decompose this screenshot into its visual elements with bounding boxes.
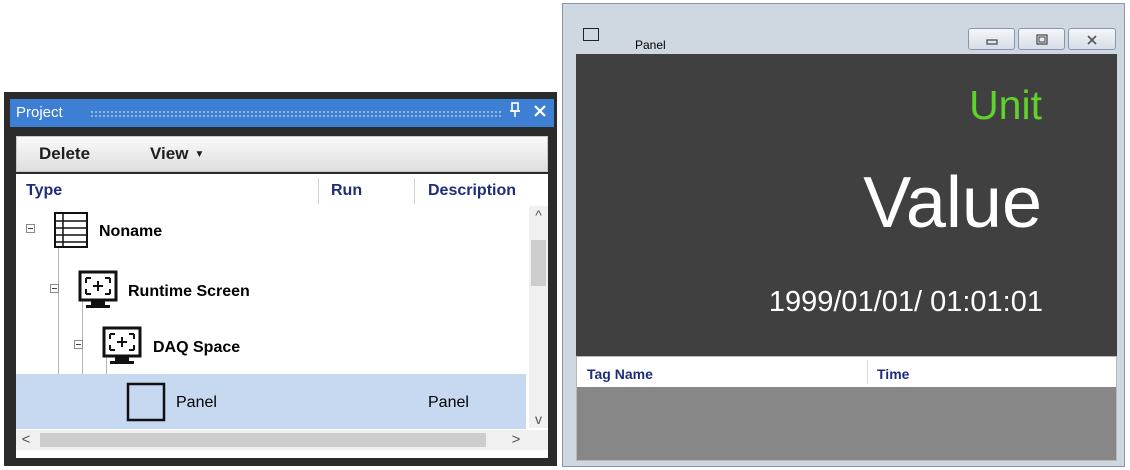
panel-square-icon [126, 382, 166, 427]
collapse-toggle[interactable] [26, 224, 35, 233]
unit-label: Unit [969, 82, 1042, 128]
column-separator[interactable] [414, 178, 415, 204]
tree-item-description: Panel [428, 394, 469, 411]
window-title: Panel [635, 38, 666, 52]
chevron-down-icon: ▼ [194, 149, 205, 161]
scroll-thumb[interactable] [40, 433, 486, 447]
project-tree-view: Type Run Description Noname Runtime Scre… [16, 174, 548, 458]
timestamp-label: 1999/01/01/ 01:01:01 [768, 286, 1043, 318]
scroll-left-icon[interactable]: < [16, 430, 36, 450]
value-display: Unit Value 1999/01/01/ 01:01:01 [576, 54, 1117, 356]
minimize-button[interactable] [968, 28, 1015, 50]
tree-item-runtime-screen[interactable]: Runtime Screen [16, 262, 526, 317]
monitor-focus-icon [78, 270, 118, 315]
pin-icon[interactable] [507, 102, 523, 122]
scroll-up-icon[interactable]: ^ [529, 206, 548, 224]
column-separator[interactable] [318, 178, 319, 204]
column-header-description[interactable]: Description [428, 182, 516, 200]
column-header-run[interactable]: Run [331, 182, 362, 200]
column-header-type[interactable]: Type [26, 182, 62, 200]
maximize-button[interactable] [1018, 28, 1065, 50]
monitor-focus-icon [102, 326, 142, 371]
collapse-toggle[interactable] [74, 340, 83, 349]
window-icon[interactable] [583, 28, 599, 41]
project-panel: Project Delete View ▼ Type Run Descripti… [4, 92, 557, 466]
window-titlebar[interactable]: Panel [563, 4, 1124, 54]
scroll-right-icon[interactable]: > [506, 430, 526, 450]
view-menu-button[interactable]: View ▼ [150, 144, 204, 164]
project-title: Project [16, 104, 63, 121]
tree-item-daq-space[interactable]: DAQ Space [16, 318, 526, 373]
tree-item-label: DAQ Space [153, 339, 241, 356]
value-label: Value [863, 163, 1042, 243]
tree-item-label: Runtime Screen [128, 283, 250, 300]
tree-item-panel[interactable]: Panel Panel [16, 374, 526, 429]
column-header-time[interactable]: Time [877, 366, 909, 382]
column-separator[interactable] [867, 360, 868, 384]
panel-window: Panel Unit Value 1999/01/01/ 01:01:01 Ta… [562, 3, 1125, 467]
close-icon[interactable] [530, 101, 550, 123]
project-toolbar: Delete View ▼ [16, 136, 548, 172]
titlebar-grip[interactable] [90, 110, 502, 117]
delete-button[interactable]: Delete [39, 144, 90, 164]
view-menu-label: View [150, 144, 189, 163]
scroll-down-icon[interactable]: v [529, 410, 548, 428]
tree-rows: Noname Runtime Screen DAQ Space Panel Pa… [16, 206, 526, 429]
vertical-scrollbar[interactable]: ^ v [529, 206, 548, 428]
tag-list-header: Tag Name Time [577, 357, 1116, 387]
tag-list[interactable]: Tag Name Time [576, 356, 1117, 461]
list-document-icon [54, 212, 88, 253]
scroll-thumb[interactable] [531, 240, 546, 286]
tree-item-label: Panel [176, 394, 217, 411]
collapse-toggle[interactable] [50, 284, 59, 293]
window-close-button[interactable] [1068, 28, 1116, 50]
tree-item-label: Noname [99, 223, 163, 240]
horizontal-scrollbar[interactable]: < > [16, 430, 548, 450]
tree-item-noname[interactable]: Noname [16, 206, 526, 261]
project-titlebar[interactable]: Project [10, 99, 554, 127]
column-headers: Type Run Description [16, 174, 548, 206]
column-header-tag-name[interactable]: Tag Name [587, 366, 653, 382]
